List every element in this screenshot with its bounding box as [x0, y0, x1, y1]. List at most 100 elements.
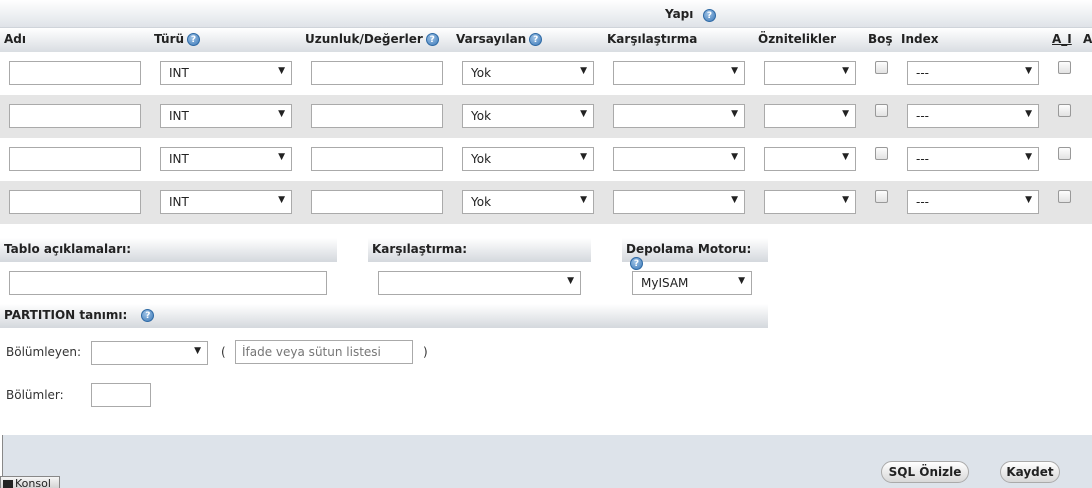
console-label: Konsol [15, 477, 51, 488]
partition-by-select[interactable]: ▼ [91, 341, 208, 365]
console-icon [3, 480, 13, 488]
chevron-down-icon: ▼ [278, 109, 285, 119]
chevron-down-icon: ▼ [731, 152, 738, 162]
type-select[interactable]: INT ▼ [160, 147, 292, 171]
chevron-down-icon: ▼ [1025, 109, 1032, 119]
col-ai-header: A_I [1052, 32, 1072, 46]
structure-title: Yapı [665, 7, 694, 21]
col-default-label: Varsayılan [456, 32, 527, 46]
chevron-down-icon: ▼ [738, 276, 745, 286]
partition-expression-input[interactable] [235, 340, 413, 364]
storage-engine-header: Depolama Motoru:? [622, 238, 768, 270]
col-default-header: Varsayılan? [456, 32, 543, 46]
console-tab[interactable]: Konsol [0, 476, 60, 488]
default-select[interactable]: Yok ▼ [462, 104, 594, 128]
attributes-select[interactable]: ▼ [764, 190, 856, 214]
default-value: Yok [471, 66, 492, 80]
table-collation-select[interactable]: ▼ [378, 271, 581, 295]
column-headers: Adı Türü? Uzunluk/Değerler? Varsayılan? … [0, 28, 1092, 52]
column-name-input[interactable] [9, 61, 141, 85]
chevron-down-icon: ▼ [1025, 66, 1032, 76]
ai-checkbox[interactable] [1058, 104, 1071, 117]
null-checkbox[interactable] [875, 61, 888, 74]
table-collation-label: Karşılaştırma: [372, 242, 468, 256]
default-select[interactable]: Yok ▼ [462, 190, 594, 214]
index-select[interactable]: --- ▼ [907, 190, 1039, 214]
type-value: INT [169, 195, 189, 209]
ai-checkbox[interactable] [1058, 61, 1071, 74]
index-select[interactable]: --- ▼ [907, 104, 1039, 128]
partitions-count-input[interactable] [91, 383, 151, 407]
attributes-select[interactable]: ▼ [764, 147, 856, 171]
type-value: INT [169, 152, 189, 166]
help-icon[interactable]: ? [425, 33, 439, 46]
index-value: --- [916, 195, 929, 209]
chevron-down-icon: ▼ [278, 195, 285, 205]
ai-checkbox[interactable] [1058, 147, 1071, 160]
collation-select[interactable]: ▼ [613, 104, 745, 128]
help-icon[interactable]: ? [187, 33, 201, 46]
chevron-down-icon: ▼ [842, 195, 849, 205]
table-comments-input[interactable] [9, 271, 327, 295]
table-row: INT ▼ Yok ▼ ▼ ▼ --- ▼ [0, 52, 1092, 95]
ai-checkbox[interactable] [1058, 190, 1071, 203]
col-length-label: Uzunluk/Değerler [305, 32, 423, 46]
index-select[interactable]: --- ▼ [907, 147, 1039, 171]
help-icon[interactable]: ? [529, 33, 543, 46]
index-value: --- [916, 152, 929, 166]
chevron-down-icon: ▼ [580, 152, 587, 162]
storage-engine-select[interactable]: MyISAM ▼ [632, 271, 752, 295]
type-select[interactable]: INT ▼ [160, 104, 292, 128]
col-collation-header: Karşılaştırma [607, 32, 698, 46]
help-icon[interactable]: ? [630, 257, 643, 270]
close-paren: ) [423, 345, 428, 359]
col-type-label: Türü [154, 32, 185, 46]
collation-select[interactable]: ▼ [613, 61, 745, 85]
type-select[interactable]: INT ▼ [160, 61, 292, 85]
collation-select[interactable]: ▼ [613, 147, 745, 171]
partition-header: PARTITION tanımı:? [0, 304, 768, 328]
column-name-input[interactable] [9, 147, 141, 171]
help-icon[interactable]: ? [141, 309, 155, 322]
partition-title: PARTITION tanımı: [4, 308, 128, 322]
save-button[interactable]: Kaydet [1000, 461, 1060, 483]
chevron-down-icon: ▼ [842, 152, 849, 162]
attributes-select[interactable]: ▼ [764, 61, 856, 85]
default-value: Yok [471, 152, 492, 166]
column-name-input[interactable] [9, 190, 141, 214]
null-checkbox[interactable] [875, 147, 888, 160]
table-comments-label: Tablo açıklamaları: [4, 242, 132, 256]
chevron-down-icon: ▼ [567, 276, 574, 286]
length-input[interactable] [311, 104, 443, 128]
chevron-down-icon: ▼ [1025, 195, 1032, 205]
table-collation-header: Karşılaştırma: [368, 238, 591, 262]
chevron-down-icon: ▼ [194, 346, 201, 356]
default-value: Yok [471, 195, 492, 209]
column-name-input[interactable] [9, 104, 141, 128]
type-value: INT [169, 109, 189, 123]
chevron-down-icon: ▼ [278, 152, 285, 162]
type-select[interactable]: INT ▼ [160, 190, 292, 214]
attributes-select[interactable]: ▼ [764, 104, 856, 128]
col-type-header: Türü? [154, 32, 201, 46]
chevron-down-icon: ▼ [278, 66, 285, 76]
col-comments-header: A [1083, 32, 1092, 46]
storage-engine-value: MyISAM [641, 276, 689, 290]
partitions-label: Bölümler: [6, 388, 64, 402]
default-select[interactable]: Yok ▼ [462, 61, 594, 85]
null-checkbox[interactable] [875, 190, 888, 203]
table-comments-header: Tablo açıklamaları: [0, 238, 337, 262]
chevron-down-icon: ▼ [580, 109, 587, 119]
index-select[interactable]: --- ▼ [907, 61, 1039, 85]
help-icon[interactable]: ? [703, 9, 716, 22]
default-select[interactable]: Yok ▼ [462, 147, 594, 171]
collation-select[interactable]: ▼ [613, 190, 745, 214]
table-row: INT ▼ Yok ▼ ▼ ▼ --- ▼ [0, 138, 1092, 181]
preview-sql-button[interactable]: SQL Önizle [881, 461, 969, 483]
length-input[interactable] [311, 147, 443, 171]
index-value: --- [916, 66, 929, 80]
null-checkbox[interactable] [875, 104, 888, 117]
structure-header: Yapı ? [0, 0, 1092, 28]
length-input[interactable] [311, 61, 443, 85]
length-input[interactable] [311, 190, 443, 214]
